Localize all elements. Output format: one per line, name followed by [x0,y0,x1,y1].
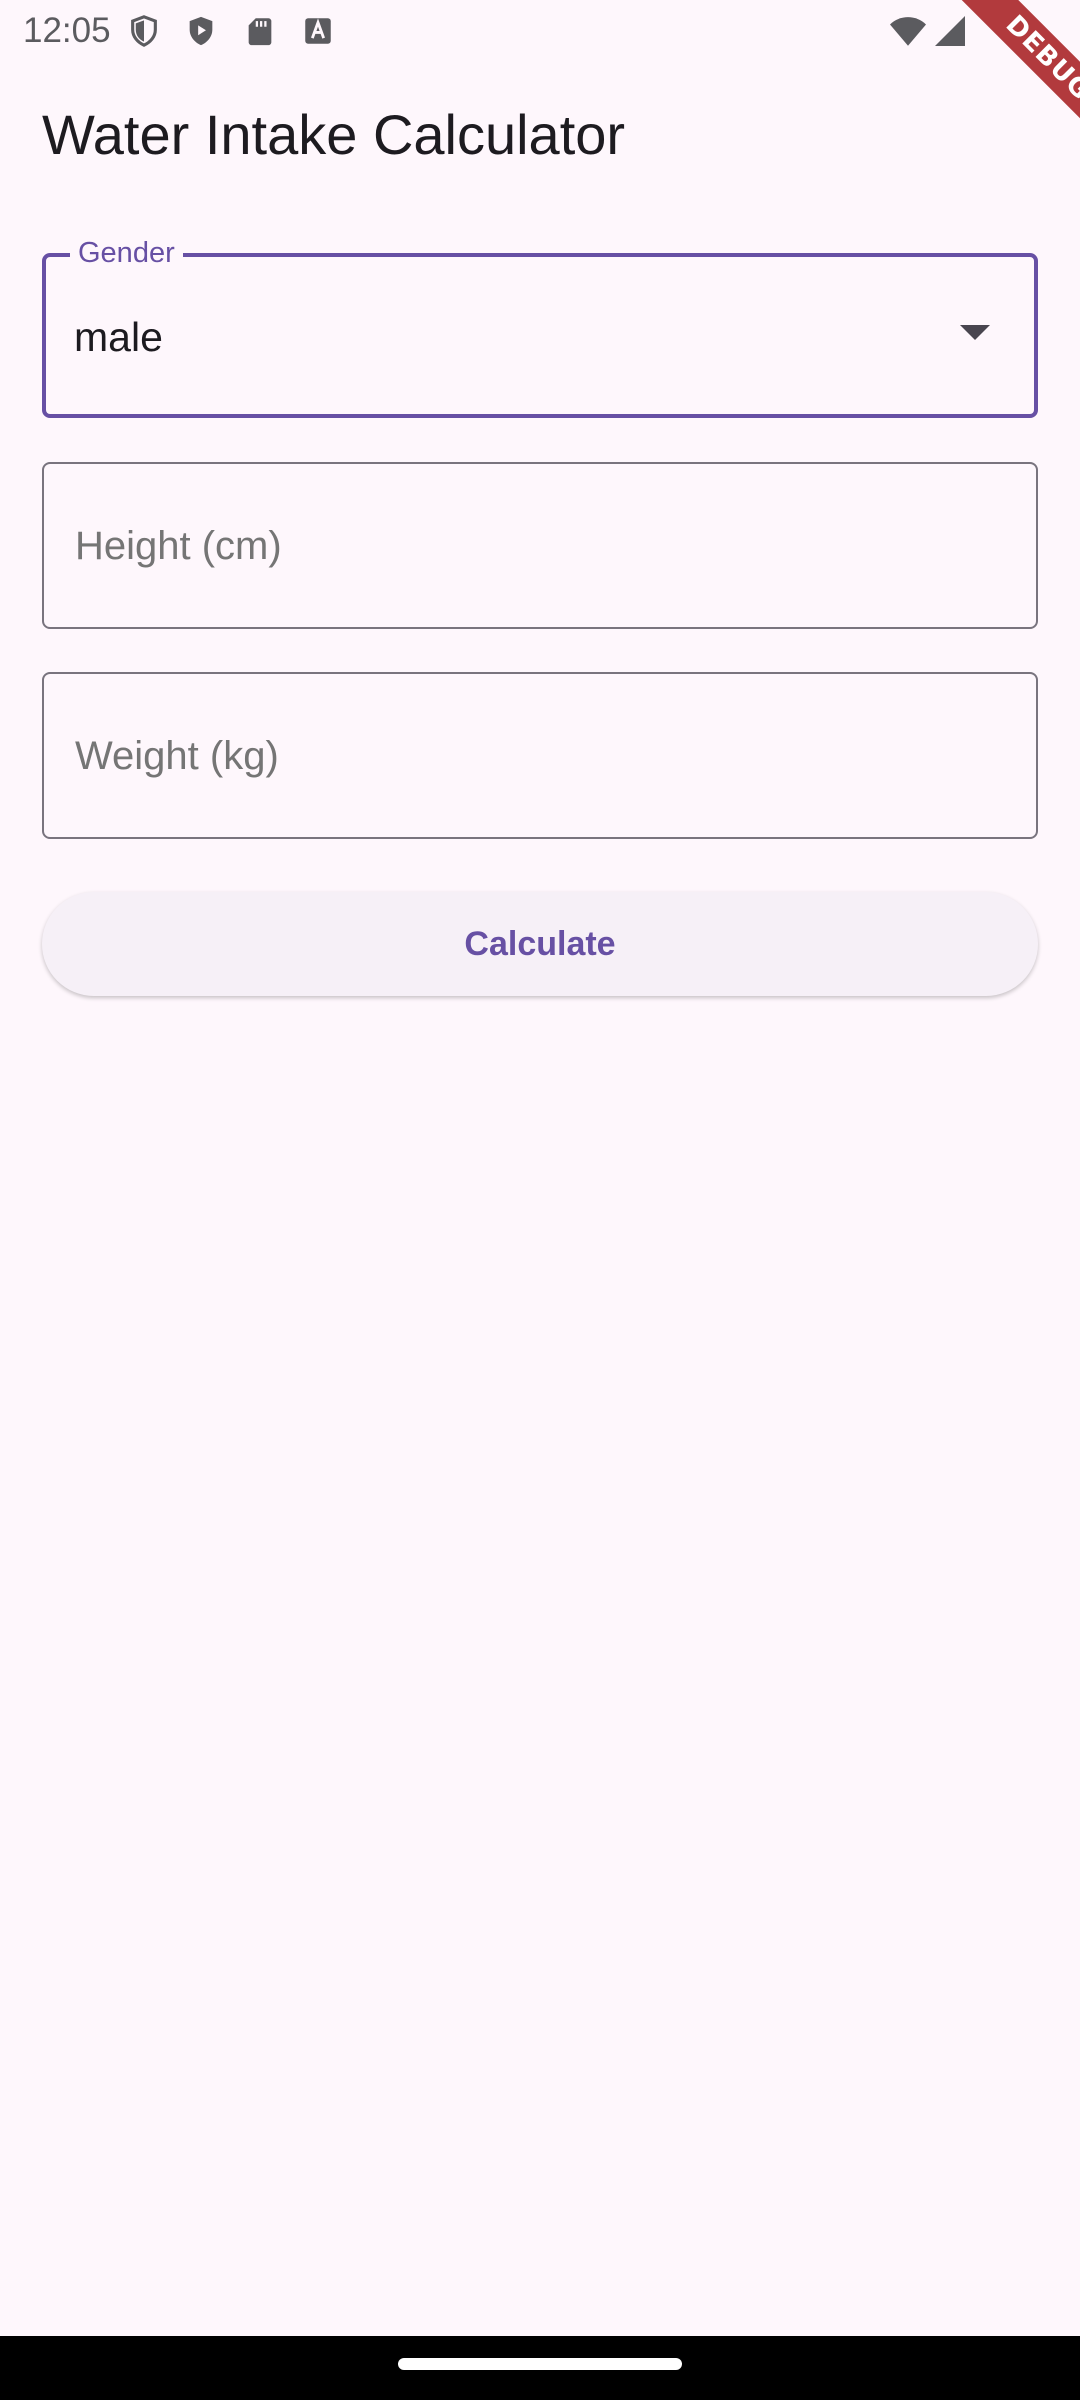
dropdown-arrow-icon[interactable] [960,325,990,340]
a-icon [305,18,331,44]
calculate-button[interactable]: Calculate [42,892,1038,996]
status-time: 12:05 [23,11,111,50]
signal-icon [935,16,965,46]
weight-field[interactable] [42,672,1038,839]
play-protect-icon [189,16,213,46]
gender-dropdown[interactable]: Gender male [42,233,1038,418]
wifi-icon [890,17,926,46]
navigation-bar [0,2336,1080,2400]
status-bar: 12:05 [0,0,1080,62]
sd-card-icon [248,18,272,46]
shield-icon [131,15,157,47]
gender-selected-value: male [74,314,163,360]
gender-label: Gender [70,233,183,273]
page-title: Water Intake Calculator [42,103,626,166]
height-field[interactable] [42,462,1038,629]
weight-input[interactable] [75,728,975,784]
height-input[interactable] [75,518,975,574]
home-handle[interactable] [398,2358,682,2370]
